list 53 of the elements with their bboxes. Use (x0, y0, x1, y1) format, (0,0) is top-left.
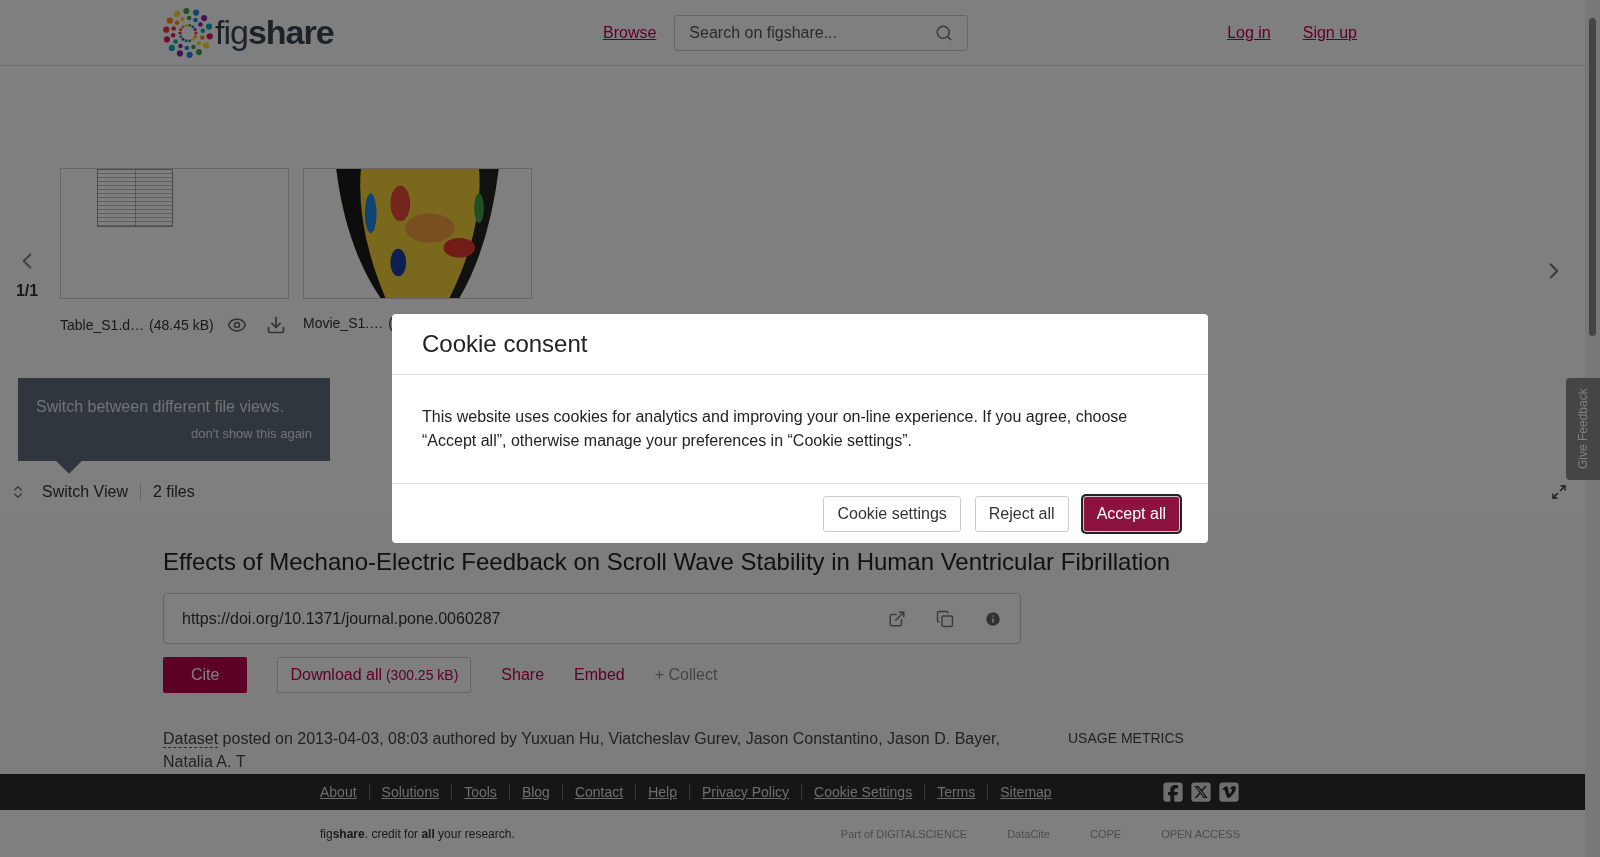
action-button[interactable]: + Collect (654, 657, 718, 693)
page-counter: 1/1 (15, 282, 39, 300)
dialog-title: Cookie consent (422, 330, 588, 358)
usage-metrics-heading: USAGE METRICS (1068, 730, 1184, 748)
file-thumbnail[interactable] (60, 168, 289, 299)
download-icon[interactable] (265, 315, 286, 335)
action-button[interactable]: Download all (300.25 kB) (277, 657, 472, 693)
dialog-button[interactable]: Accept all (1082, 496, 1180, 532)
action-button[interactable]: Cite (163, 657, 248, 693)
action-button[interactable]: Share (501, 657, 545, 693)
dialog-button[interactable]: Reject all (974, 496, 1069, 532)
footer-link[interactable]: About (320, 784, 369, 800)
file-name: Movie_S1.… (303, 315, 384, 331)
external-link-icon[interactable] (888, 609, 906, 628)
auth-link[interactable]: Log in (1227, 23, 1271, 42)
auth-link[interactable]: Sign up (1302, 23, 1357, 42)
article-meta: Dataset posted on 2013-04-03, 08:03 authored by Yuxuan Hu, Viatcheslav Gurev, Jason Constantino, Jason D. Bayer, Natalia A. T (163, 729, 1001, 772)
footer-link[interactable]: Terms (924, 784, 988, 800)
footer-link[interactable]: Tools (451, 784, 509, 800)
search-icon (935, 23, 954, 42)
article-title: Effects of Mechano-Electric Feedback on Scroll Wave Stability in Human Ventricular Fibrillation (163, 548, 1172, 576)
nav-link[interactable]: Browse (603, 23, 657, 42)
file-thumbnail[interactable] (303, 168, 532, 299)
file-size: ( (388, 315, 393, 331)
dataset-link[interactable]: Dataset (163, 730, 219, 748)
scrollbar-thumb[interactable] (1589, 18, 1596, 336)
footer-link[interactable]: Privacy Policy (688, 784, 802, 800)
eye-icon[interactable] (226, 315, 247, 335)
tagline: figshare. credit for all your research. (320, 826, 515, 841)
footer-link[interactable]: Solutions (368, 784, 452, 800)
footer-link[interactable]: Blog (508, 784, 562, 800)
switch-view-button[interactable]: Switch View (10, 483, 141, 501)
file-size: (48.45 kB) (149, 317, 214, 333)
action-button[interactable]: Embed (574, 657, 625, 693)
dialog-button[interactable]: Cookie settings (823, 496, 961, 532)
x-icon[interactable] (1190, 781, 1212, 803)
footer-link[interactable]: Help (635, 784, 689, 800)
fullscreen-icon[interactable] (1551, 484, 1567, 500)
logo-text: figshare (215, 13, 334, 52)
dialog-text: This website uses cookies for analytics and improving your on-line experience. If you agree, choose “Accept all”, otherwise manage your preferences in “Cookie settings”. (392, 375, 1208, 484)
dismiss-link[interactable]: don't show this again (191, 426, 312, 441)
logo-icon (163, 7, 213, 58)
tooltip-text: Switch between different file views. (36, 398, 285, 416)
file-name: Table_S1.d… (60, 317, 145, 333)
file-count: 2 files (152, 483, 195, 501)
footer-link[interactable]: Cookie Settings (801, 784, 925, 800)
info-icon[interactable] (984, 609, 1002, 628)
facebook-icon[interactable] (1162, 781, 1184, 803)
copy-icon[interactable] (936, 609, 954, 628)
footer-link[interactable]: Contact (561, 784, 636, 800)
footer-link[interactable]: Sitemap (987, 784, 1064, 800)
vimeo-icon[interactable] (1218, 781, 1240, 803)
search-field[interactable]: Search on figshare... (674, 14, 969, 51)
